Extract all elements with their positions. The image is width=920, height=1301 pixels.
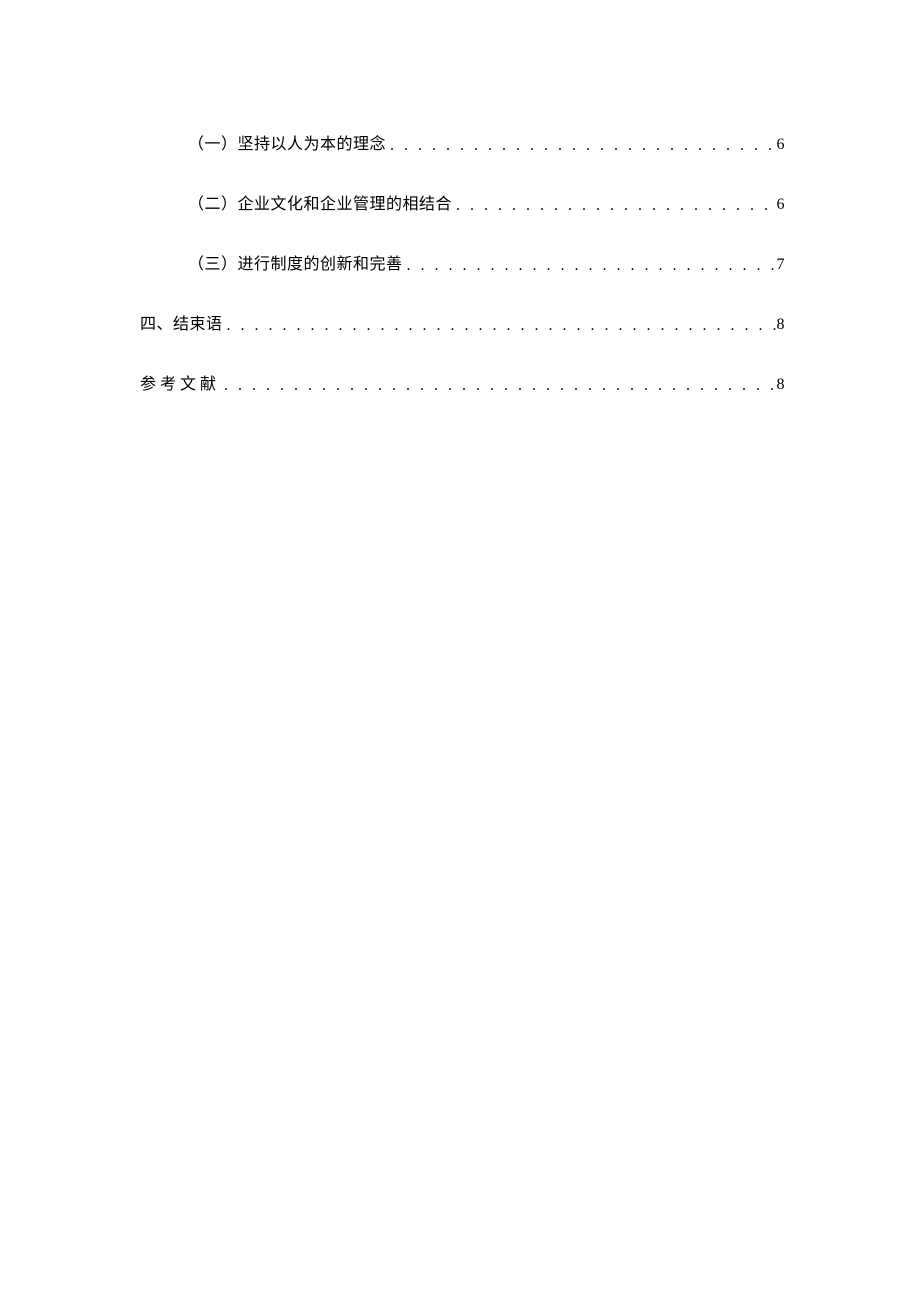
toc-entry-page: 6 — [777, 136, 786, 154]
toc-entry-label: 四、结束语 — [140, 310, 223, 334]
toc-entry-label: （三）进行制度的创新和完善 — [188, 250, 403, 274]
toc-leader-dots — [452, 197, 776, 215]
toc-leader-dots — [220, 377, 776, 395]
toc-entry-page: 7 — [777, 256, 786, 274]
toc-entry: 四、结束语 8 — [140, 310, 785, 334]
toc-entry-page: 6 — [777, 196, 786, 214]
toc-entry: （一）坚持以人为本的理念 6 — [140, 130, 785, 154]
toc-entry: 参考文献 8 — [140, 370, 785, 394]
toc-leader-dots — [223, 317, 777, 335]
toc-entry-page: 8 — [777, 376, 786, 394]
toc-entry-label: （一）坚持以人为本的理念 — [188, 130, 386, 154]
toc-entry: （三）进行制度的创新和完善 7 — [140, 250, 785, 274]
toc-entry-label: 参考文献 — [140, 370, 220, 394]
toc-entry-label: （二）企业文化和企业管理的相结合 — [188, 190, 452, 214]
toc-leader-dots — [386, 137, 776, 155]
toc-leader-dots — [403, 257, 777, 275]
toc-entry: （二）企业文化和企业管理的相结合 6 — [140, 190, 785, 214]
toc-entry-page: 8 — [777, 316, 786, 334]
document-page: （一）坚持以人为本的理念 6 （二）企业文化和企业管理的相结合 6 （三）进行制… — [0, 0, 920, 394]
